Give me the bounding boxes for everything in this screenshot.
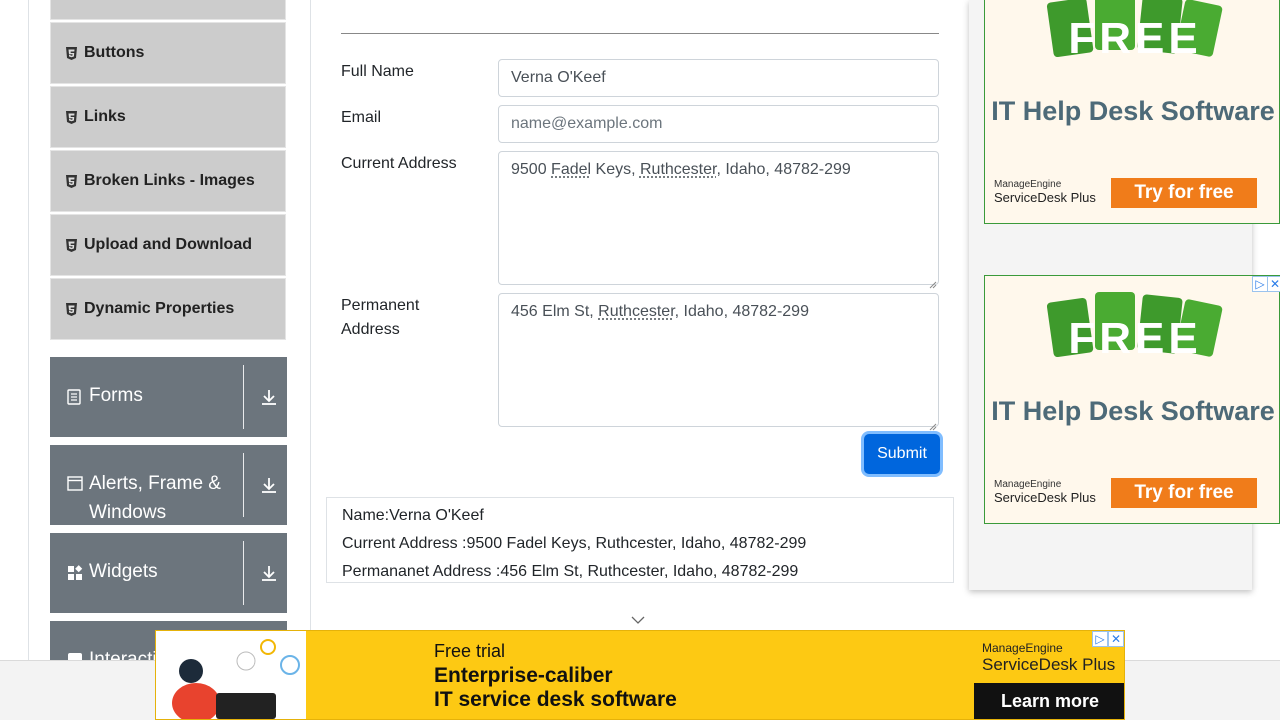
sidebar-group-alerts[interactable]: Alerts, Frame & Windows xyxy=(50,445,287,525)
group-label: Interacti xyxy=(89,649,157,660)
current-address-textarea[interactable]: 9500 Fadel Keys, Ruthcester, Idaho, 4878… xyxy=(498,151,939,289)
address-text: 9500 xyxy=(511,161,552,178)
download-icon[interactable] xyxy=(260,388,278,406)
divider xyxy=(243,453,244,517)
ad-try-free-button[interactable]: Try for free xyxy=(1111,478,1257,508)
full-name-value: Verna O'Keef xyxy=(511,69,606,86)
address-text: , Idaho, 48782-299 xyxy=(674,303,809,320)
html5-icon xyxy=(65,110,77,124)
address-text: 456 Elm St, xyxy=(511,303,599,320)
html5-icon xyxy=(65,238,77,252)
bottom-ad-banner[interactable]: Free trial Enterprise-caliber IT service… xyxy=(155,630,1125,720)
group-label: Widgets xyxy=(89,561,158,582)
ad-tagline: IT Help Desk Software xyxy=(991,396,1275,426)
banner-brand-bottom: ServiceDesk Plus xyxy=(982,655,1116,674)
address-text: Ruthcester xyxy=(639,161,717,178)
output-current-address: Current Address :9500 Fadel Keys, Ruthce… xyxy=(342,535,807,552)
banner-line3: IT service desk software xyxy=(434,688,677,711)
address-text: Fadel xyxy=(551,161,592,178)
side-ad[interactable]: FREE IT Help Desk Software ManageEngine … xyxy=(984,0,1280,224)
ad-illustration xyxy=(156,631,306,719)
ad-brand-bottom: ServiceDesk Plus xyxy=(994,490,1096,505)
divider xyxy=(341,33,939,34)
sidebar-group-widgets[interactable]: Widgets xyxy=(50,533,287,613)
learn-more-button[interactable]: Learn more xyxy=(974,683,1124,719)
permanent-address-label: Permanent Address xyxy=(341,294,481,342)
label-line: Permanent xyxy=(341,297,420,314)
banner-line1: Free trial xyxy=(434,641,506,661)
window-icon xyxy=(67,476,83,492)
chevron-down-icon[interactable] xyxy=(630,612,646,630)
address-text: Keys, xyxy=(591,161,640,178)
widgets-icon xyxy=(67,565,83,581)
divider xyxy=(243,541,244,605)
interactions-icon xyxy=(67,652,83,660)
sidebar: Buttons Links Broken Links - Images Uplo… xyxy=(29,0,311,660)
email-placeholder: name@example.com xyxy=(511,115,663,132)
full-name-label: Full Name xyxy=(341,63,414,80)
email-input[interactable]: name@example.com xyxy=(498,105,939,143)
banner-brand-top: ManageEngine xyxy=(982,641,1063,655)
group-label-line2: Windows xyxy=(89,502,167,523)
ad-close-icon[interactable]: ✕ xyxy=(1108,631,1124,647)
sidebar-item-links[interactable]: Links xyxy=(50,86,286,148)
side-ad[interactable]: FREE IT Help Desk Software ManageEngine … xyxy=(984,275,1280,524)
sidebar-item-label: Links xyxy=(84,108,126,125)
group-label: Alerts, Frame & xyxy=(89,473,221,494)
html5-icon xyxy=(65,46,77,60)
full-name-input[interactable]: Verna O'Keef xyxy=(498,59,939,97)
sidebar-item-upload-download[interactable]: Upload and Download xyxy=(50,214,286,276)
address-text: Ruthcester xyxy=(598,303,675,320)
html5-icon xyxy=(65,174,77,188)
ad-free-text: FREE xyxy=(1068,314,1202,363)
output-name: Name:Verna O'Keef xyxy=(342,507,484,524)
permanent-address-textarea[interactable]: 456 Elm St, Ruthcester, Idaho, 48782-299 xyxy=(498,293,939,431)
sidebar-item-previous[interactable] xyxy=(50,0,286,20)
current-address-label: Current Address xyxy=(341,155,457,172)
ad-free-text: FREE xyxy=(1068,14,1202,63)
ad-tagline: IT Help Desk Software xyxy=(991,96,1275,126)
group-label: Forms xyxy=(89,385,143,406)
sidebar-item-label: Buttons xyxy=(84,44,145,61)
sidebar-item-broken-links[interactable]: Broken Links - Images xyxy=(50,150,286,212)
download-icon[interactable] xyxy=(260,564,278,582)
label-line: Address xyxy=(341,321,400,338)
ad-close-icon[interactable]: ✕ xyxy=(1267,276,1280,292)
address-text: , Idaho, 48782-299 xyxy=(716,161,851,178)
resize-handle-icon[interactable] xyxy=(929,275,937,289)
ad-info-icon[interactable]: ▷ xyxy=(1092,631,1108,647)
document-icon xyxy=(67,389,83,405)
sidebar-item-dynamic-properties[interactable]: Dynamic Properties xyxy=(50,278,286,340)
ad-try-free-button[interactable]: Try for free xyxy=(1111,178,1257,208)
divider xyxy=(243,365,244,429)
output-box: Name:Verna O'Keef Current Address :9500 … xyxy=(326,497,954,583)
resize-handle-icon[interactable] xyxy=(929,417,937,431)
sidebar-item-label: Dynamic Properties xyxy=(84,300,235,317)
email-label: Email xyxy=(341,109,382,126)
sidebar-item-buttons[interactable]: Buttons xyxy=(50,22,286,84)
ad-brand-bottom: ServiceDesk Plus xyxy=(994,190,1096,205)
ad-brand-top: ManageEngine xyxy=(994,479,1062,490)
html5-icon xyxy=(65,302,77,316)
banner-line2: Enterprise-caliber xyxy=(434,664,613,687)
main-content: Full Name Verna O'Keef Email name@exampl… xyxy=(311,0,969,660)
sidebar-item-label: Broken Links - Images xyxy=(84,172,255,189)
sidebar-item-label: Upload and Download xyxy=(84,236,252,253)
download-icon[interactable] xyxy=(260,476,278,494)
submit-button[interactable]: Submit xyxy=(864,434,940,474)
ad-brand-top: ManageEngine xyxy=(994,179,1062,190)
ad-info-icon[interactable]: ▷ xyxy=(1252,276,1268,292)
sidebar-group-forms[interactable]: Forms xyxy=(50,357,287,437)
output-permanent-address: Permananet Address :456 Elm St, Ruthcest… xyxy=(342,563,799,580)
